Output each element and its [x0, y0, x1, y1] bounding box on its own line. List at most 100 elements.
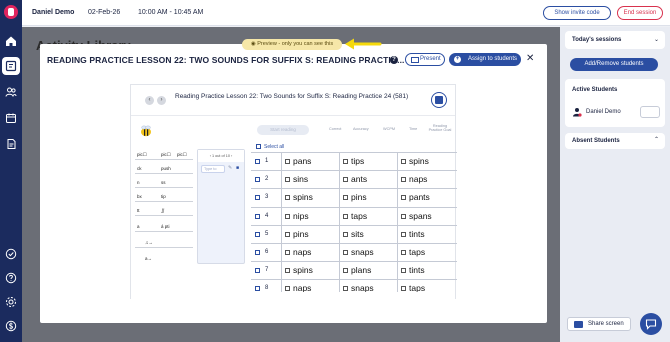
calendar-icon[interactable]	[5, 112, 17, 124]
word-cell[interactable]: pins	[281, 225, 339, 243]
row-number-cell[interactable]: 3	[251, 189, 281, 206]
word-cell[interactable]: sits	[339, 225, 397, 243]
word-checkbox[interactable]	[285, 159, 290, 164]
assign-to-students-button[interactable]: + Assign to students	[449, 53, 521, 66]
word-cell[interactable]: taps	[397, 244, 455, 262]
word-cell[interactable]: tints	[397, 262, 455, 280]
word-cell[interactable]: tints	[397, 225, 455, 243]
row-number-cell[interactable]: 5	[251, 226, 281, 243]
dollar-icon[interactable]	[5, 320, 17, 332]
word-checkbox[interactable]	[343, 213, 348, 219]
word-checkbox[interactable]	[285, 177, 290, 183]
row-checkbox[interactable]	[255, 250, 260, 255]
word-checkbox[interactable]	[343, 231, 348, 237]
word-checkbox[interactable]	[401, 177, 406, 183]
todays-sessions-card[interactable]: Today's sessions ⌄	[565, 31, 665, 49]
word-entry-panel[interactable]: ‹ 1 out of 10 › Type to ✎ ■	[197, 149, 245, 264]
trash-icon[interactable]: ■	[236, 165, 239, 171]
row-number-cell[interactable]: 7	[251, 262, 281, 279]
word-cell[interactable]: taps	[339, 207, 397, 225]
app-logo[interactable]	[4, 5, 18, 19]
word-cell[interactable]: naps	[281, 280, 339, 292]
row-number-cell[interactable]: 1	[251, 153, 281, 170]
settings-icon[interactable]	[5, 296, 17, 308]
people-icon[interactable]	[5, 86, 17, 98]
mini-pager: ‹ 1 out of 10 ›	[198, 150, 244, 162]
home-icon[interactable]	[5, 35, 17, 47]
word-checkbox[interactable]	[401, 231, 406, 237]
word-cell[interactable]: nips	[281, 207, 339, 225]
word-text: ants	[351, 174, 368, 185]
chevron-down-icon[interactable]: ⌄	[654, 36, 659, 43]
word-cell[interactable]: spins	[281, 262, 339, 280]
word-checkbox[interactable]	[401, 195, 406, 201]
word-cell[interactable]: taps	[397, 280, 455, 292]
row-checkbox[interactable]	[255, 159, 260, 164]
word-cell[interactable]: snaps	[339, 280, 397, 292]
type-to-input[interactable]: Type to	[201, 165, 225, 173]
show-invite-code-button[interactable]: Show invite code	[543, 6, 611, 20]
document-icon[interactable]	[5, 138, 17, 150]
word-cell[interactable]: sins	[281, 171, 339, 189]
word-checkbox[interactable]	[285, 268, 290, 274]
help-icon[interactable]	[5, 272, 17, 284]
word-checkbox[interactable]	[343, 250, 348, 255]
select-all-checkbox[interactable]: Select all	[256, 144, 284, 150]
row-checkbox[interactable]	[255, 213, 260, 219]
row-number-cell[interactable]: 2	[251, 171, 281, 188]
start-reading-button[interactable]: Start reading	[257, 125, 309, 135]
word-checkbox[interactable]	[285, 195, 290, 201]
student-status-box[interactable]	[640, 106, 660, 118]
share-screen-button[interactable]: Share screen	[567, 317, 631, 331]
prev-page-button[interactable]: ‹	[145, 96, 154, 105]
classroom-icon[interactable]	[5, 60, 17, 72]
word-checkbox[interactable]	[401, 213, 406, 219]
absent-students-card[interactable]: Absent Students ⌃	[565, 133, 665, 149]
word-cell[interactable]: tips	[339, 153, 397, 171]
word-cell[interactable]: spins	[397, 153, 455, 171]
word-checkbox[interactable]	[343, 177, 348, 183]
row-number-cell[interactable]: 4	[251, 208, 281, 225]
next-page-button[interactable]: ›	[157, 96, 166, 105]
chevron-up-icon[interactable]: ⌃	[654, 136, 659, 143]
word-checkbox[interactable]	[285, 231, 290, 237]
word-checkbox[interactable]	[343, 268, 348, 274]
row-checkbox[interactable]	[255, 231, 260, 237]
row-checkbox[interactable]	[255, 195, 260, 201]
word-checkbox[interactable]	[401, 286, 406, 292]
help-icon[interactable]: ?	[390, 56, 398, 64]
check-icon[interactable]	[5, 248, 17, 260]
word-checkbox[interactable]	[401, 268, 406, 274]
row-checkbox[interactable]	[255, 268, 260, 274]
word-cell[interactable]: spans	[397, 207, 455, 225]
word-checkbox[interactable]	[401, 159, 406, 164]
chat-button[interactable]	[640, 313, 662, 335]
row-number-cell[interactable]: 8	[251, 280, 281, 292]
word-checkbox[interactable]	[343, 286, 348, 292]
word-cell[interactable]: pins	[339, 189, 397, 207]
present-button[interactable]: Present	[405, 53, 445, 66]
word-cell[interactable]: spins	[281, 189, 339, 207]
word-cell[interactable]: pants	[397, 189, 455, 207]
word-cell[interactable]: snaps	[339, 244, 397, 262]
word-cell[interactable]: naps	[397, 171, 455, 189]
edit-icon[interactable]: ✎	[228, 165, 232, 171]
add-remove-students-button[interactable]: Add/Remove students	[570, 58, 658, 71]
word-checkbox[interactable]	[343, 159, 348, 164]
word-checkbox[interactable]	[285, 213, 290, 219]
word-cell[interactable]: naps	[281, 244, 339, 262]
word-checkbox[interactable]	[285, 286, 290, 292]
end-session-button[interactable]: End session	[617, 6, 663, 20]
word-cell[interactable]: plans	[339, 262, 397, 280]
fullscreen-icon[interactable]	[431, 92, 447, 108]
row-checkbox[interactable]	[255, 177, 260, 183]
word-checkbox[interactable]	[343, 195, 348, 201]
word-cell[interactable]: ants	[339, 171, 397, 189]
row-number-cell[interactable]: 6	[251, 244, 281, 261]
word-checkbox[interactable]	[401, 250, 406, 255]
close-icon[interactable]: ✕	[526, 53, 534, 64]
mini-next-icon[interactable]: ›	[230, 154, 232, 158]
row-checkbox[interactable]	[255, 286, 260, 292]
word-checkbox[interactable]	[285, 250, 290, 255]
word-cell[interactable]: pans	[281, 153, 339, 171]
